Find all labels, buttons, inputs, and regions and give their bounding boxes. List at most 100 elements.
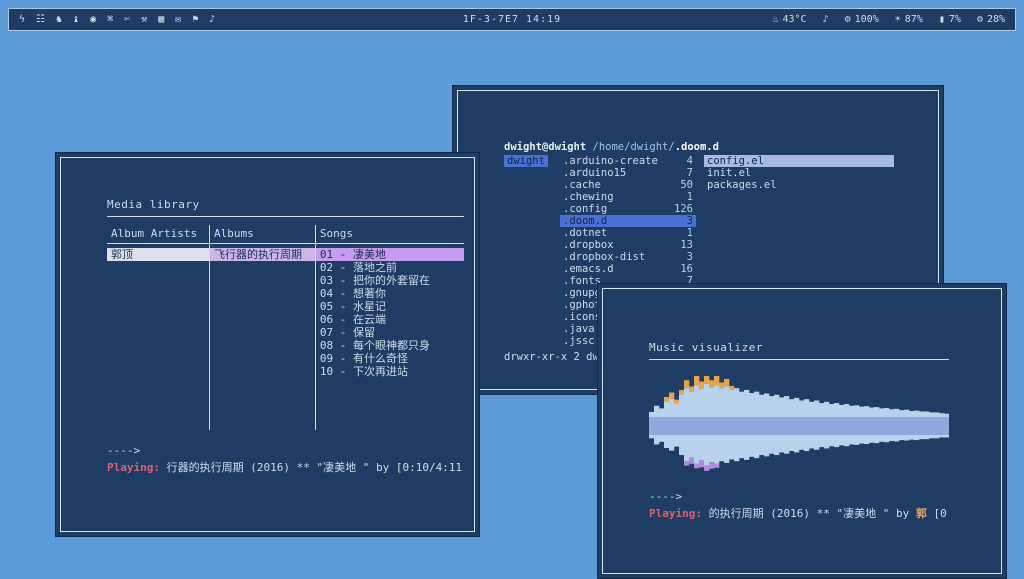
media-library-title: Media library <box>107 198 464 211</box>
status-indicator[interactable]: ♪ <box>823 14 829 25</box>
directory-name: .doom.d <box>563 215 607 227</box>
cwd-path: /home/dwight/ <box>593 141 675 153</box>
preview-file-row[interactable]: config.el <box>704 155 894 167</box>
directory-count: 4 <box>687 155 693 167</box>
tray-icon[interactable]: ✉ <box>175 14 181 25</box>
directory-row[interactable]: .dotnet 1 <box>560 227 696 239</box>
visualizer-frame: Music visualizer ----> Playing: 的执行周期 (2… <box>602 288 1002 574</box>
status-indicator[interactable]: ☀ 87% <box>895 14 923 25</box>
directory-row[interactable]: .doom.d 3 <box>560 215 696 227</box>
playing-label: Playing: <box>107 461 160 474</box>
tray-icon[interactable]: ◉ <box>90 14 96 25</box>
tray-icons: ϟ ☷ ♞ ♝ ◉ ⌘ ✄ ⚒ ▦ ✉ ⚑ ♪ <box>19 14 215 25</box>
directory-name: .config <box>563 203 607 215</box>
parent-column: dwight <box>504 155 558 167</box>
system-indicators: ♨43°C♪⚙100%☀87%▮7%⚙28% <box>772 14 1005 25</box>
preview-file-row[interactable]: init.el <box>704 167 894 179</box>
artist-list: 郭顶 <box>107 244 209 430</box>
directory-row[interactable]: .emacs.d 16 <box>560 263 696 275</box>
cwd-dir: .doom.d <box>675 141 719 153</box>
song-row[interactable]: 01 - 凄美地 <box>316 248 464 261</box>
song-row[interactable]: 03 - 把你的外套留在 <box>316 274 464 287</box>
directory-row[interactable]: .arduino-create 4 <box>560 155 696 167</box>
directory-count: 50 <box>680 179 693 191</box>
tray-icon[interactable]: ♪ <box>209 14 215 25</box>
visualizer-window[interactable]: Music visualizer ----> Playing: 的执行周期 (2… <box>597 283 1007 579</box>
directory-count: 1 <box>687 227 693 239</box>
tray-icon[interactable]: ϟ <box>19 14 25 25</box>
song-row[interactable]: 05 - 水星记 <box>316 300 464 313</box>
directory-count: 3 <box>687 215 693 227</box>
file-manager-path: dwight@dwight /home/dwight/.doom.d <box>504 141 930 153</box>
tray-icon[interactable]: ♝ <box>73 14 79 25</box>
playing-text: 的执行周期 (2016) ** "凄美地 " by <box>709 507 910 520</box>
directory-name: .chewing <box>563 191 614 203</box>
song-list: 01 - 凄美地02 - 落地之前03 - 把你的外套留在04 - 想著你05 … <box>316 244 464 430</box>
title-divider <box>107 216 464 217</box>
directory-name: .gnupg <box>563 287 601 299</box>
directory-row[interactable]: .dropbox 13 <box>560 239 696 251</box>
directory-row[interactable]: .config126 <box>560 203 696 215</box>
tray-icon[interactable]: ⌘ <box>107 14 113 25</box>
tray-icon[interactable]: ▦ <box>158 14 164 25</box>
album-row[interactable]: 飞行器的执行周期 <box>210 248 315 261</box>
status-icon: ♪ <box>823 14 829 25</box>
preview-column: config.elinit.elpackages.el <box>704 155 894 191</box>
directory-name: .cache <box>563 179 601 191</box>
song-row[interactable]: 09 - 有什么奇怪 <box>316 352 464 365</box>
song-row[interactable]: 10 - 下次再进站 <box>316 365 464 378</box>
user-host: dwight@dwight <box>504 141 586 153</box>
status-indicator[interactable]: ▮7% <box>939 14 961 25</box>
status-indicator[interactable]: ⚙100% <box>845 14 879 25</box>
playing-label: Playing: <box>649 507 702 520</box>
tray-icon[interactable]: ⚑ <box>192 14 198 25</box>
directory-row[interactable]: .arduino15 7 <box>560 167 696 179</box>
preview-file-row[interactable]: packages.el <box>704 179 894 191</box>
playing-artist: 郭 <box>916 507 927 520</box>
column-header-albums: Albums <box>210 225 315 244</box>
album-list: 飞行器的执行周期 <box>210 244 315 430</box>
status-bar: ϟ☷♞♝◉⌘✄⚒▦✉⚑♪ 1F-3-7E7 14:19 ♨43°C♪⚙100%☀… <box>8 8 1016 31</box>
directory-count: 16 <box>680 263 693 275</box>
directory-row[interactable]: .cache 50 <box>560 179 696 191</box>
playing-text: 行器的执行周期 (2016) ** "凄美地 " by <box>167 461 390 474</box>
directory-name: .fonts <box>563 275 601 287</box>
directory-name: .dropbox-dist <box>563 251 645 263</box>
media-library-window[interactable]: Media library Album Artists 郭顶 Albums 飞行… <box>55 152 480 537</box>
status-value: 7% <box>949 14 961 25</box>
now-playing: Playing: 的执行周期 (2016) ** "凄美地 " by 郭 [0:… <box>649 505 949 521</box>
song-row[interactable]: 06 - 在云端 <box>316 313 464 326</box>
directory-name: .arduino15 <box>563 167 626 179</box>
directory-name: .dropbox <box>563 239 614 251</box>
directory-row[interactable]: .chewing 1 <box>560 191 696 203</box>
tray-icon[interactable]: ♞ <box>56 14 62 25</box>
directory-count: 1 <box>687 191 693 203</box>
status-icon: ☀ <box>895 14 901 25</box>
media-browser: Album Artists 郭顶 Albums 飞行器的执行周期 Songs 0… <box>107 225 464 430</box>
tray-icon[interactable]: ☷ <box>36 14 45 25</box>
status-value: 87% <box>905 14 923 25</box>
status-value: 43°C <box>782 14 806 25</box>
directory-name: .arduino-create <box>563 155 658 167</box>
tray-icon[interactable]: ✄ <box>124 14 130 25</box>
song-row[interactable]: 08 - 每个眼神都只身 <box>316 339 464 352</box>
visualizer-canvas <box>649 376 949 476</box>
directory-count: 3 <box>687 251 693 263</box>
parent-dir-row[interactable]: dwight <box>504 155 548 167</box>
now-playing: Playing: 行器的执行周期 (2016) ** "凄美地 " by [0:… <box>107 459 464 475</box>
status-value: 100% <box>855 14 879 25</box>
artist-row[interactable]: 郭顶 <box>107 248 209 261</box>
progress-arrow: ----> <box>107 444 464 457</box>
song-row[interactable]: 04 - 想著你 <box>316 287 464 300</box>
directory-row[interactable]: .dropbox-dist 3 <box>560 251 696 263</box>
song-row[interactable]: 02 - 落地之前 <box>316 261 464 274</box>
song-row[interactable]: 07 - 保留 <box>316 326 464 339</box>
directory-count: 13 <box>680 239 693 251</box>
directory-name: .dotnet <box>563 227 607 239</box>
status-indicator[interactable]: ♨43°C <box>772 14 806 25</box>
directory-name: .emacs.d <box>563 263 614 275</box>
status-indicator[interactable]: ⚙28% <box>977 14 1005 25</box>
tray-icon[interactable]: ⚒ <box>141 14 147 25</box>
status-icon: ⚙ <box>977 14 983 25</box>
directory-count: 7 <box>687 167 693 179</box>
